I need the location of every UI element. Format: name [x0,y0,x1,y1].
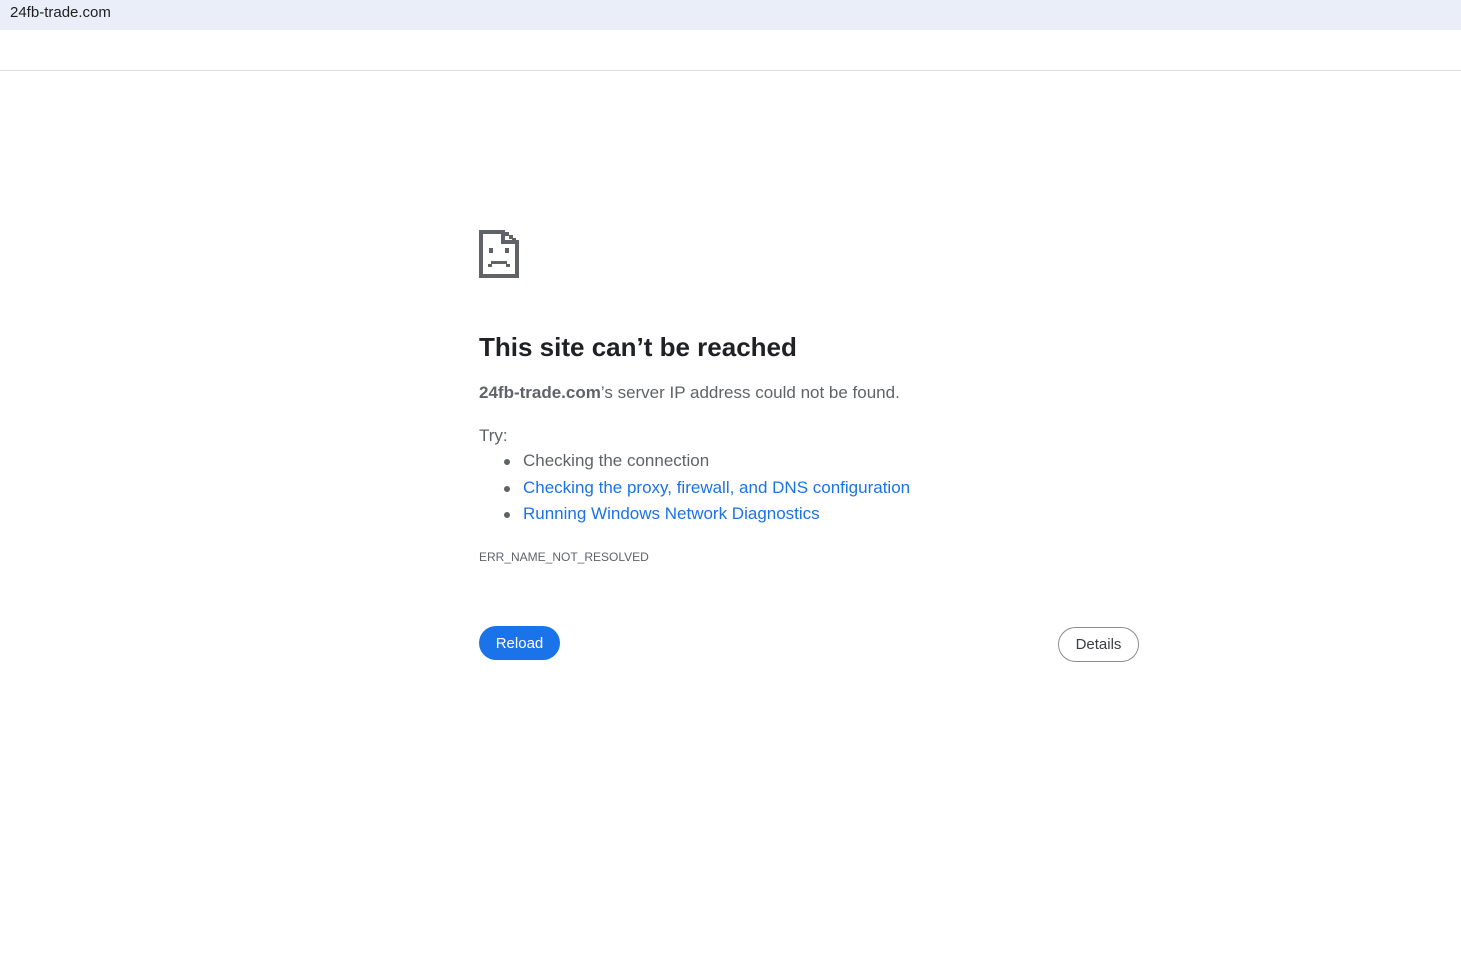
toolbar-divider [0,70,1461,71]
suggestion-check-connection: Checking the connection [523,451,710,470]
try-label: Try: [479,426,508,445]
reload-button[interactable]: Reload [479,626,560,660]
details-button[interactable]: Details [1058,627,1139,662]
summary-text: ’s server IP address could not be found. [600,383,900,402]
error-summary: 24fb-trade.com’s server IP address could… [479,383,900,403]
suggestion-network-diagnostics-link[interactable]: Running Windows Network Diagnostics [523,504,820,523]
list-item: Checking the proxy, firewall, and DNS co… [479,478,910,505]
url-text[interactable]: 24fb-trade.com [10,4,111,22]
host-name: 24fb-trade.com [479,383,601,402]
page-title: This site can’t be reached [479,332,797,362]
bullet [504,485,510,492]
list-item: Checking the connection [479,451,910,478]
address-bar[interactable]: 24fb-trade.com [0,0,1461,30]
sad-document-icon [479,230,519,278]
suggestion-check-proxy-link[interactable]: Checking the proxy, firewall, and DNS co… [523,478,910,497]
bullet [504,512,510,518]
error-code: ERR_NAME_NOT_RESOLVED [479,550,649,564]
bullet [504,459,510,465]
list-item: Running Windows Network Diagnostics [479,504,910,531]
suggestions-list: Checking the connection Checking the pro… [479,451,910,531]
